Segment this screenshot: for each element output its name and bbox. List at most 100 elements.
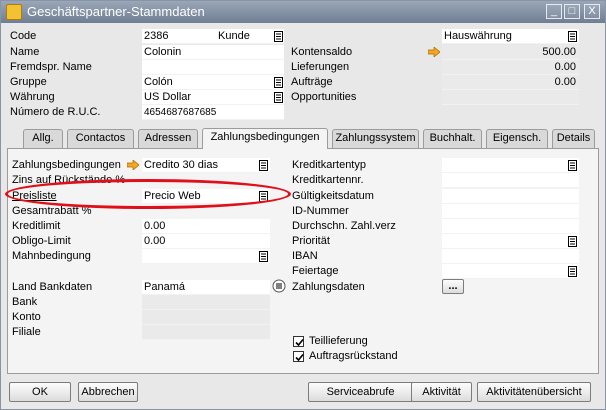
- iban-label: IBAN: [292, 250, 318, 262]
- minimize-button[interactable]: _: [546, 4, 562, 19]
- id-number-label: ID-Nummer: [292, 205, 349, 217]
- credit-limit-field[interactable]: 0.00: [142, 219, 270, 234]
- deliveries-field: 0.00: [442, 60, 579, 75]
- partial-delivery-label: Teillieferung: [309, 335, 368, 347]
- commitment-limit-field[interactable]: 0.00: [142, 234, 270, 249]
- deliveries-label: Lieferungen: [291, 61, 350, 73]
- dropdown-list-icon[interactable]: [259, 251, 268, 262]
- bank-list-icon[interactable]: [272, 279, 286, 293]
- tab-general[interactable]: Allg.: [23, 129, 63, 148]
- currency-mode-select[interactable]: Hauswährung: [442, 29, 579, 44]
- tab-payment-system[interactable]: Zahlungssystem: [332, 129, 419, 148]
- pricelist-value: Precio Web: [144, 190, 201, 202]
- terms-value: Credito 30 dias: [144, 159, 218, 171]
- dropdown-list-icon[interactable]: [568, 160, 577, 171]
- card-type-select[interactable]: [442, 158, 579, 173]
- bank-field: [142, 295, 270, 310]
- pricelist-select[interactable]: Precio Web: [142, 189, 270, 204]
- dropdown-list-icon[interactable]: [274, 77, 283, 88]
- balance-label: Kontensaldo: [291, 46, 353, 58]
- priority-select[interactable]: [442, 234, 579, 249]
- orders-field: 0.00: [442, 75, 579, 90]
- commitment-limit-label: Obligo-Limit: [12, 235, 71, 247]
- close-button[interactable]: X: [584, 4, 600, 19]
- maximize-button[interactable]: □: [564, 4, 580, 19]
- validity-label: Gültigkeitsdatum: [292, 190, 374, 202]
- checkmark-icon: [295, 338, 304, 347]
- activity-button[interactable]: Aktivität: [411, 382, 472, 402]
- ok-button[interactable]: OK: [9, 382, 71, 402]
- branch-field: [142, 325, 270, 340]
- dropdown-list-icon[interactable]: [568, 31, 577, 42]
- currency-label: Währung: [10, 91, 55, 103]
- dunning-select[interactable]: [142, 249, 270, 264]
- priority-label: Priorität: [292, 235, 330, 247]
- tab-properties[interactable]: Eigensch.: [486, 129, 548, 148]
- avg-delay-label: Durchschn. Zahl.verz: [292, 220, 396, 232]
- credit-limit-label: Kreditlimit: [12, 220, 61, 232]
- link-arrow-icon[interactable]: [428, 47, 440, 57]
- pricelist-label: Preisliste: [12, 190, 57, 202]
- link-arrow-icon[interactable]: [127, 160, 139, 170]
- window-title: Geschäftspartner-Stammdaten: [27, 4, 205, 19]
- tab-details[interactable]: Details: [552, 129, 595, 148]
- account-field: [142, 310, 270, 325]
- terms-label: Zahlungsbedingungen: [12, 159, 121, 171]
- cancel-button[interactable]: Abbrechen: [78, 382, 138, 402]
- terms-select[interactable]: Credito 30 dias: [142, 158, 270, 173]
- partial-delivery-checkbox[interactable]: [293, 336, 304, 347]
- foreign-name-field[interactable]: [142, 60, 284, 75]
- branch-label: Filiale: [12, 326, 41, 338]
- backorder-label: Auftragsrückstand: [309, 350, 398, 362]
- partner-type-select[interactable]: Kunde: [216, 29, 284, 44]
- opportunities-field: [442, 90, 579, 105]
- name-label: Name: [10, 46, 40, 58]
- currency-mode-value: Hauswährung: [444, 30, 512, 42]
- code-label: Code: [10, 30, 37, 42]
- partner-type-value: Kunde: [218, 30, 250, 42]
- dropdown-list-icon[interactable]: [259, 191, 268, 202]
- tab-accounting[interactable]: Buchhalt.: [423, 129, 482, 148]
- tab-bar: Allg. Contactos Adressen Zahlungsbedingu…: [7, 128, 599, 149]
- code-field[interactable]: 2386: [142, 29, 216, 44]
- iban-field[interactable]: [442, 249, 579, 264]
- activity-overview-button[interactable]: Aktivitätenübersicht: [477, 382, 591, 402]
- dropdown-list-icon[interactable]: [274, 31, 283, 42]
- avg-delay-field[interactable]: [442, 219, 579, 234]
- card-type-label: Kreditkartentyp: [292, 159, 366, 171]
- holidays-label: Feiertage: [292, 265, 339, 277]
- validity-field[interactable]: [442, 189, 579, 204]
- dropdown-list-icon[interactable]: [568, 236, 577, 247]
- holidays-select[interactable]: [442, 264, 579, 279]
- balance-field: 500.00: [442, 45, 579, 60]
- title-bar: Geschäftspartner-Stammdaten _ □ X: [1, 1, 605, 23]
- card-number-field[interactable]: [442, 173, 579, 188]
- ruc-label: Número de R.U.C.: [10, 106, 101, 118]
- ruc-field[interactable]: 4654687687685: [142, 105, 284, 120]
- name-field[interactable]: Colonin: [142, 45, 284, 60]
- service-calls-button[interactable]: Serviceabrufe: [308, 382, 413, 402]
- tab-addresses[interactable]: Adressen: [138, 129, 198, 148]
- group-label: Gruppe: [10, 76, 47, 88]
- app-logo-icon: [6, 4, 22, 20]
- dropdown-list-icon[interactable]: [259, 160, 268, 171]
- backorder-checkbox[interactable]: [293, 351, 304, 362]
- foreign-name-label: Fremdspr. Name: [10, 61, 92, 73]
- currency-value: US Dollar: [144, 91, 192, 103]
- payment-data-button[interactable]: ...: [442, 279, 464, 294]
- group-select[interactable]: Colón: [142, 75, 284, 90]
- tab-contacts[interactable]: Contactos: [67, 129, 134, 148]
- bank-country-label: Land Bankdaten: [12, 281, 93, 293]
- opportunities-label: Opportunities: [291, 91, 357, 103]
- bank-label: Bank: [12, 296, 38, 308]
- dropdown-list-icon[interactable]: [274, 92, 283, 103]
- checkmark-icon: [295, 353, 304, 362]
- bank-country-field[interactable]: Panamá: [142, 280, 270, 295]
- payment-data-label: Zahlungsdaten: [292, 281, 365, 293]
- id-number-field[interactable]: [442, 204, 579, 219]
- tab-payment-terms[interactable]: Zahlungsbedingungen: [202, 128, 328, 149]
- currency-select[interactable]: US Dollar: [142, 90, 284, 105]
- dunning-label: Mahnbedingung: [12, 250, 91, 262]
- dropdown-list-icon[interactable]: [568, 266, 577, 277]
- interest-label: Zins auf Rückstände %: [12, 174, 126, 186]
